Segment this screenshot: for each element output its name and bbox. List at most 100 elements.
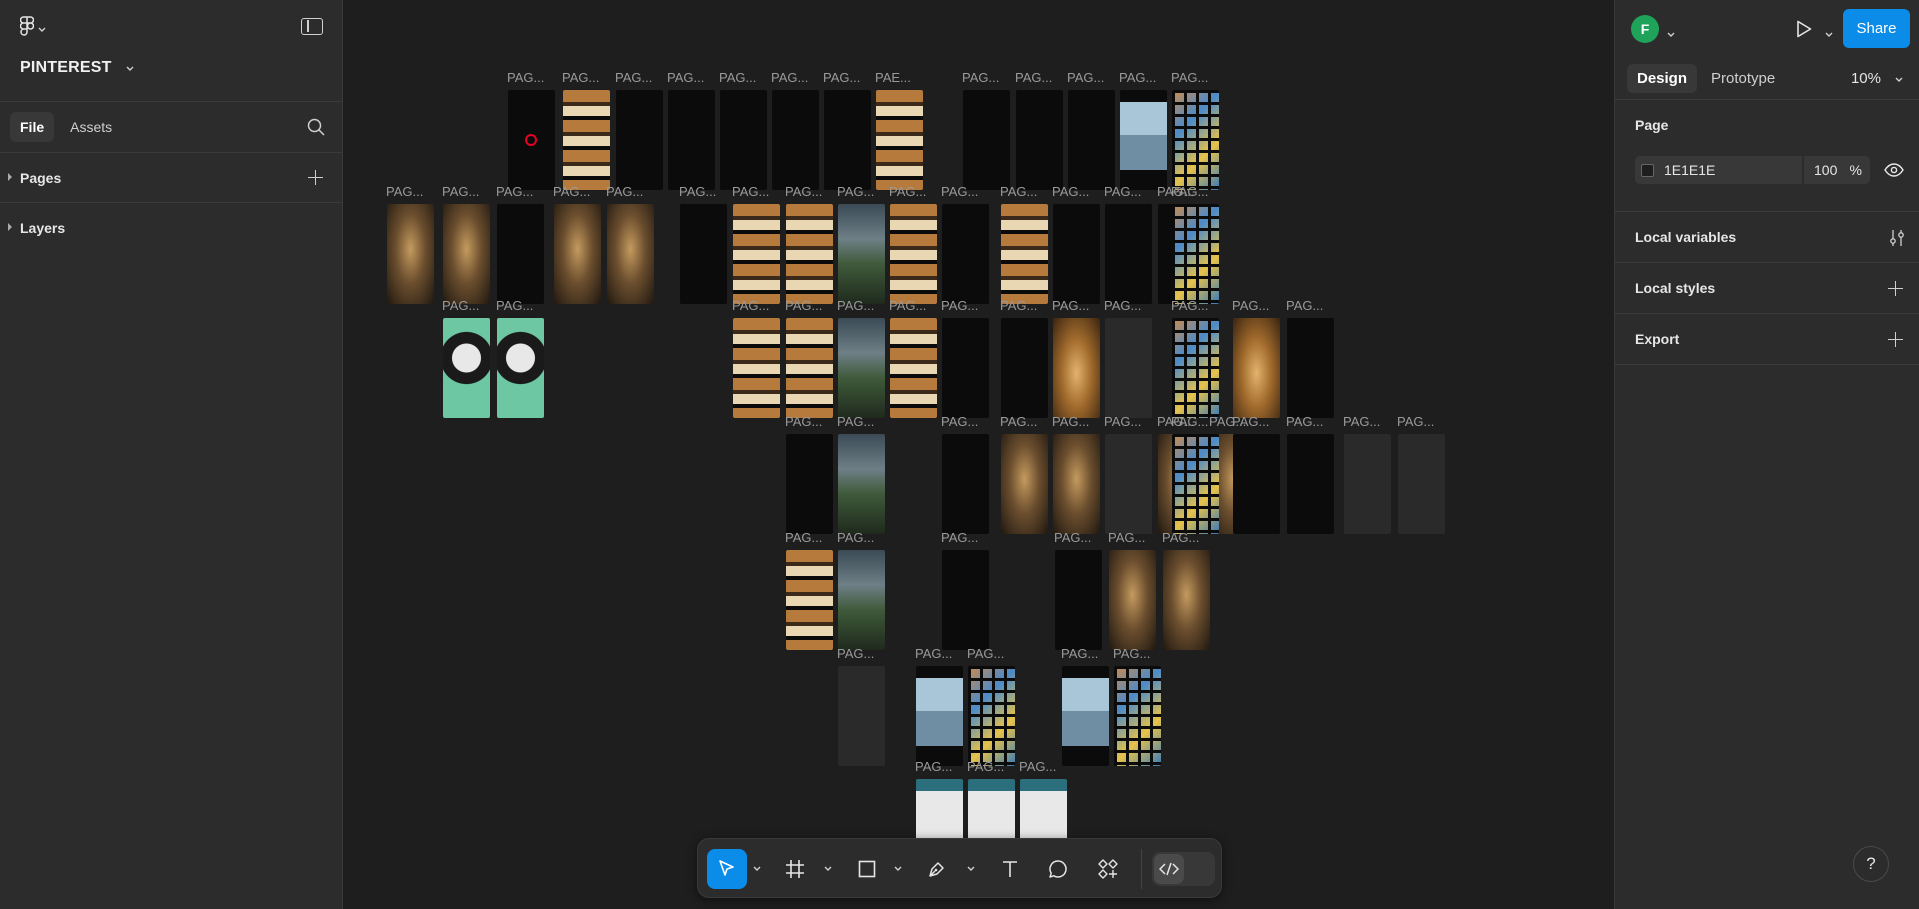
local-variables-row[interactable]: Local variables: [1615, 212, 1919, 263]
layers-section[interactable]: Layers: [0, 203, 342, 253]
canvas-frame[interactable]: [1053, 318, 1100, 418]
frame-label[interactable]: PAG...: [889, 298, 926, 313]
canvas-frame[interactable]: [786, 318, 833, 418]
share-button[interactable]: Share: [1843, 9, 1910, 48]
canvas-frame[interactable]: [838, 550, 885, 650]
canvas-frame[interactable]: [1105, 434, 1152, 534]
frame-label[interactable]: PAG...: [1104, 184, 1141, 199]
frame-label[interactable]: PAG...: [1113, 646, 1150, 661]
frame-label[interactable]: PAG...: [967, 646, 1004, 661]
zoom-dropdown[interactable]: 10%: [1851, 70, 1903, 87]
frame-label[interactable]: PAG...: [732, 298, 769, 313]
frame-label[interactable]: PAG...: [915, 646, 952, 661]
tab-prototype[interactable]: Prototype: [1701, 64, 1785, 93]
canvas-frame[interactable]: [680, 204, 727, 304]
canvas-frame[interactable]: [607, 204, 654, 304]
canvas-frame[interactable]: [963, 90, 1010, 190]
frame-label[interactable]: PAG...: [837, 646, 874, 661]
frame-label[interactable]: PAG...: [941, 414, 978, 429]
actions-tool-button[interactable]: [1088, 849, 1128, 889]
page-opacity-field[interactable]: 100 %: [1804, 156, 1870, 184]
canvas-frame[interactable]: [668, 90, 715, 190]
canvas-frame[interactable]: [1172, 434, 1219, 534]
canvas-frame[interactable]: [786, 204, 833, 304]
frame-label[interactable]: PAG...: [889, 184, 926, 199]
frame-label[interactable]: PAG...: [1171, 184, 1208, 199]
frame-label[interactable]: PAG...: [719, 70, 756, 85]
canvas-frame[interactable]: [1287, 434, 1334, 534]
frame-tool-button[interactable]: [775, 849, 815, 889]
canvas-frame[interactable]: [876, 90, 923, 190]
frame-label[interactable]: PAE...: [875, 70, 911, 85]
frame-label[interactable]: PAG...: [1232, 414, 1269, 429]
frame-label[interactable]: PAG...: [553, 184, 590, 199]
frame-label[interactable]: PAG...: [785, 184, 822, 199]
frame-label[interactable]: PAG...: [1104, 298, 1141, 313]
tab-file[interactable]: File: [10, 112, 55, 142]
frame-label[interactable]: PAG...: [1104, 414, 1141, 429]
frame-label[interactable]: PAG...: [837, 298, 874, 313]
canvas-frame[interactable]: [1163, 550, 1210, 650]
canvas-frame[interactable]: [387, 204, 434, 304]
canvas-frame[interactable]: [554, 204, 601, 304]
canvas-frame[interactable]: [563, 90, 610, 190]
frame-label[interactable]: PAG...: [1052, 298, 1089, 313]
canvas-frame[interactable]: [1001, 204, 1048, 304]
chevron-down-icon[interactable]: [967, 866, 975, 872]
frame-label[interactable]: PAG...: [442, 184, 479, 199]
canvas-frame[interactable]: [890, 204, 937, 304]
canvas-frame[interactable]: [1068, 90, 1115, 190]
frame-label[interactable]: PAG...: [1108, 530, 1145, 545]
frame-label[interactable]: PAG...: [837, 184, 874, 199]
canvas-frame[interactable]: [1172, 318, 1219, 418]
rectangle-tool-button[interactable]: [847, 849, 887, 889]
canvas-frame[interactable]: [720, 90, 767, 190]
chevron-down-icon[interactable]: [824, 866, 832, 872]
frame-label[interactable]: PAG...: [1052, 414, 1089, 429]
page-background-field[interactable]: 1E1E1E: [1635, 156, 1802, 184]
canvas-frame[interactable]: [838, 318, 885, 418]
canvas-frame[interactable]: [1172, 90, 1219, 190]
canvas-frame[interactable]: [1344, 434, 1391, 534]
canvas-frame[interactable]: [616, 90, 663, 190]
frame-label[interactable]: PAG...: [679, 184, 716, 199]
frame-label[interactable]: PAG...: [667, 70, 704, 85]
canvas-frame[interactable]: [916, 666, 963, 766]
variables-icon[interactable]: [1889, 229, 1905, 250]
canvas-frame[interactable]: [1109, 550, 1156, 650]
help-button[interactable]: ?: [1853, 846, 1889, 882]
eye-icon[interactable]: [1884, 163, 1904, 182]
canvas-frame[interactable]: [772, 90, 819, 190]
canvas-frame[interactable]: [733, 204, 780, 304]
frame-label[interactable]: PAG...: [1119, 70, 1156, 85]
canvas-frame[interactable]: [1001, 434, 1048, 534]
frame-label[interactable]: PAG...: [1171, 298, 1208, 313]
frame-label[interactable]: PAG...: [915, 759, 952, 774]
frame-label[interactable]: PAG...: [823, 70, 860, 85]
frame-label[interactable]: PAG...: [1232, 298, 1269, 313]
text-tool-button[interactable]: [990, 849, 1030, 889]
canvas-frame[interactable]: [942, 550, 989, 650]
canvas-frame[interactable]: [838, 204, 885, 304]
comment-tool-button[interactable]: [1038, 849, 1078, 889]
frame-label[interactable]: PAG...: [1000, 298, 1037, 313]
main-menu-button[interactable]: [19, 16, 46, 41]
canvas-frame[interactable]: [942, 434, 989, 534]
frame-label[interactable]: PAG...: [442, 298, 479, 313]
frame-label[interactable]: PAG...: [1000, 184, 1037, 199]
canvas-frame[interactable]: [1055, 550, 1102, 650]
search-icon[interactable]: [307, 118, 325, 141]
chevron-down-icon[interactable]: [1667, 25, 1675, 43]
frame-label[interactable]: PAG...: [606, 184, 643, 199]
frame-label[interactable]: PAG...: [1162, 530, 1199, 545]
add-page-icon[interactable]: [308, 170, 323, 185]
frame-label[interactable]: PAG...: [1171, 70, 1208, 85]
toggle-sidebar-icon[interactable]: [301, 18, 323, 35]
add-export-icon[interactable]: [1888, 332, 1903, 347]
chevron-down-icon[interactable]: [753, 866, 761, 872]
frame-label[interactable]: PAG...: [1171, 414, 1208, 429]
color-swatch[interactable]: [1641, 163, 1654, 177]
canvas-frame[interactable]: [1398, 434, 1445, 534]
frame-label[interactable]: PAG...: [967, 759, 1004, 774]
frame-label[interactable]: PAG...: [1397, 414, 1434, 429]
